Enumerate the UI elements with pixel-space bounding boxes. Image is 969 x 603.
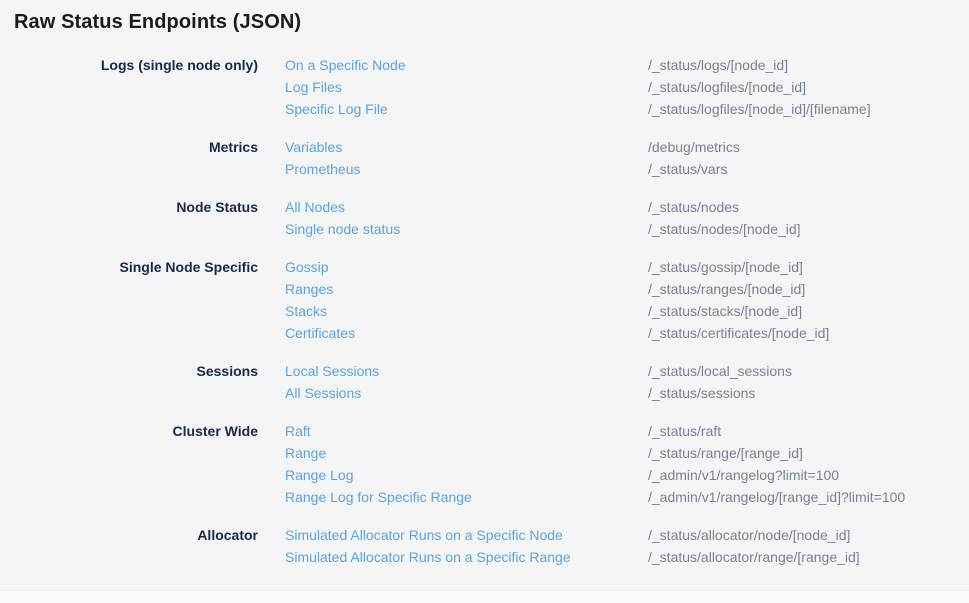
page-bottom-edge <box>0 590 969 603</box>
endpoint-path: /_status/nodes/[node_id] <box>648 218 969 240</box>
endpoint-group: Allocator Simulated Allocator Runs on a S… <box>0 524 969 568</box>
endpoint-paths-column: /_status/logs/[node_id]/_status/logfiles… <box>648 54 969 120</box>
endpoint-link[interactable]: Local Sessions <box>285 360 648 382</box>
endpoint-link[interactable]: Log Files <box>285 76 648 98</box>
endpoint-link[interactable]: Variables <box>285 136 648 158</box>
category-label: Logs (single node only) <box>0 54 258 76</box>
endpoint-link[interactable]: All Nodes <box>285 196 648 218</box>
endpoint-path: /debug/metrics <box>648 136 969 158</box>
endpoint-path: /_status/allocator/range/[range_id] <box>648 546 969 568</box>
endpoint-path: /_status/ranges/[node_id] <box>648 278 969 300</box>
endpoint-link[interactable]: Prometheus <box>285 158 648 180</box>
endpoint-path: /_status/nodes <box>648 196 969 218</box>
endpoint-path: /_admin/v1/rangelog/[range_id]?limit=100 <box>648 486 969 508</box>
endpoint-link[interactable]: Range Log <box>285 464 648 486</box>
endpoint-path: /_status/allocator/node/[node_id] <box>648 524 969 546</box>
endpoint-group: Logs (single node only) On a Specific Nod… <box>0 54 969 120</box>
category-label: Cluster Wide <box>0 420 258 442</box>
endpoint-path: /_status/vars <box>648 158 969 180</box>
endpoint-link[interactable]: All Sessions <box>285 382 648 404</box>
endpoint-path: /_admin/v1/rangelog?limit=100 <box>648 464 969 486</box>
endpoint-link[interactable]: Gossip <box>285 256 648 278</box>
endpoint-path: /_status/logs/[node_id] <box>648 54 969 76</box>
category-label: Metrics <box>0 136 258 158</box>
endpoint-links-column: On a Specific NodeLog FilesSpecific Log … <box>285 54 648 120</box>
endpoint-link[interactable]: Specific Log File <box>285 98 648 120</box>
category-label: Sessions <box>0 360 258 382</box>
endpoint-paths-column: /debug/metrics/_status/vars <box>648 136 969 180</box>
endpoint-link[interactable]: Raft <box>285 420 648 442</box>
endpoint-link[interactable]: Simulated Allocator Runs on a Specific N… <box>285 524 648 546</box>
page-title: Raw Status Endpoints (JSON) <box>14 11 301 34</box>
endpoint-path: /_status/raft <box>648 420 969 442</box>
endpoint-path: /_status/logfiles/[node_id] <box>648 76 969 98</box>
endpoint-paths-column: /_status/gossip/[node_id]/_status/ranges… <box>648 256 969 344</box>
endpoint-paths-column: /_status/allocator/node/[node_id]/_statu… <box>648 524 969 568</box>
endpoint-link[interactable]: Single node status <box>285 218 648 240</box>
endpoint-links-column: GossipRangesStacksCertificates <box>285 256 648 344</box>
endpoint-path: /_status/stacks/[node_id] <box>648 300 969 322</box>
endpoint-path: /_status/local_sessions <box>648 360 969 382</box>
endpoint-link[interactable]: Stacks <box>285 300 648 322</box>
endpoint-paths-column: /_status/raft/_status/range/[range_id]/_… <box>648 420 969 508</box>
endpoint-paths-column: /_status/local_sessions/_status/sessions <box>648 360 969 404</box>
endpoint-groups: Logs (single node only) On a Specific Nod… <box>0 54 969 584</box>
endpoint-links-column: All NodesSingle node status <box>285 196 648 240</box>
endpoint-link[interactable]: Range Log for Specific Range <box>285 486 648 508</box>
endpoint-path: /_status/range/[range_id] <box>648 442 969 464</box>
endpoint-path: /_status/gossip/[node_id] <box>648 256 969 278</box>
endpoint-paths-column: /_status/nodes/_status/nodes/[node_id] <box>648 196 969 240</box>
endpoint-link[interactable]: Ranges <box>285 278 648 300</box>
endpoint-group: Cluster Wide RaftRangeRange LogRange Log … <box>0 420 969 508</box>
endpoint-path: /_status/logfiles/[node_id]/[filename] <box>648 98 969 120</box>
endpoint-group: Metrics VariablesPrometheus/debug/metrics… <box>0 136 969 180</box>
category-label: Allocator <box>0 524 258 546</box>
endpoint-group: Single Node Specific GossipRangesStacksCe… <box>0 256 969 344</box>
endpoint-link[interactable]: On a Specific Node <box>285 54 648 76</box>
endpoint-group: Node Status All NodesSingle node status/_… <box>0 196 969 240</box>
endpoint-links-column: RaftRangeRange LogRange Log for Specific… <box>285 420 648 508</box>
category-label: Single Node Specific <box>0 256 258 278</box>
endpoint-links-column: VariablesPrometheus <box>285 136 648 180</box>
endpoint-link[interactable]: Certificates <box>285 322 648 344</box>
endpoint-link[interactable]: Simulated Allocator Runs on a Specific R… <box>285 546 648 568</box>
endpoint-links-column: Local SessionsAll Sessions <box>285 360 648 404</box>
endpoint-link[interactable]: Range <box>285 442 648 464</box>
endpoint-links-column: Simulated Allocator Runs on a Specific N… <box>285 524 648 568</box>
endpoint-path: /_status/certificates/[node_id] <box>648 322 969 344</box>
category-label: Node Status <box>0 196 258 218</box>
endpoint-group: Sessions Local SessionsAll Sessions/_stat… <box>0 360 969 404</box>
endpoint-path: /_status/sessions <box>648 382 969 404</box>
